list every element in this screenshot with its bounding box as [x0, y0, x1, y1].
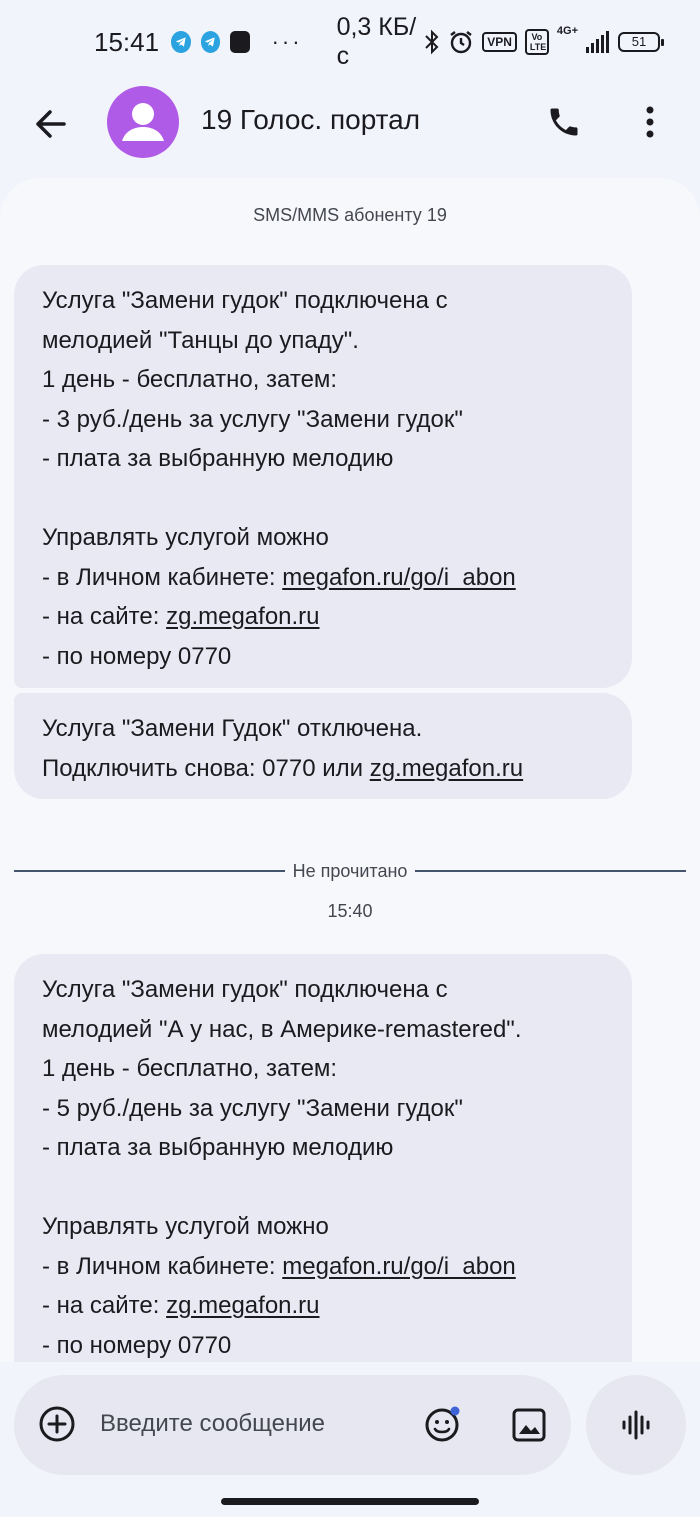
message-line: 1 день - бесплатно, затем:: [42, 1055, 338, 1082]
divider-line: [14, 870, 285, 872]
subscriber-label: SMS/MMS абоненту 19: [253, 205, 447, 225]
message-bubble[interactable]: Услуга "Замени гудок" подключена с мелод…: [14, 954, 632, 1362]
telegram-icon: [171, 31, 191, 53]
waveform-icon: [622, 1410, 650, 1440]
status-bar: 15:41 ··· 0,3 КБ/с VPN Vo LTE 4G+ 51: [0, 0, 700, 84]
unread-divider: Не прочитано: [14, 860, 687, 882]
message-bubble[interactable]: Услуга "Замени гудок" подключена с мелод…: [14, 265, 632, 688]
conversation-header: 19 Голос. портал: [0, 84, 700, 184]
message-line: - по номеру 0770: [42, 642, 232, 670]
message-line: - плата за выбранную мелодию: [42, 1134, 394, 1161]
emoji-icon[interactable]: [424, 1405, 462, 1443]
app-icon: [230, 31, 250, 53]
phone-icon[interactable]: [546, 104, 582, 140]
message-timestamp: 15:40: [327, 901, 373, 921]
cabinet-link[interactable]: megafon.ru/go/i_abon: [282, 564, 516, 591]
add-circle-icon[interactable]: [38, 1405, 76, 1443]
message-line: Управлять услугой можно: [42, 1213, 329, 1240]
message-line: Услуга "Замени Гудок" отключена.: [42, 715, 423, 742]
message-line: - в Личном кабинете:: [42, 1252, 283, 1280]
message-line: - на сайте:: [42, 603, 167, 630]
message-line: Управлять услугой можно: [42, 524, 329, 551]
signal-icon: [586, 31, 609, 53]
message-line: - плата за выбранную мелодию: [42, 445, 394, 472]
contact-name[interactable]: 19 Голос. портал: [201, 104, 420, 136]
message-line: - на сайте:: [42, 1292, 167, 1319]
alarm-icon: [450, 31, 472, 54]
site-link[interactable]: zg.megafon.ru: [166, 603, 319, 630]
volte-icon: Vo LTE: [524, 29, 549, 55]
back-arrow-icon[interactable]: [30, 104, 70, 144]
contact-avatar[interactable]: [107, 86, 179, 158]
message-line: мелодией "А у нас, в Америке-remastered"…: [42, 1015, 522, 1043]
message-line: Услуга "Замени гудок" подключена с: [42, 976, 448, 1003]
cabinet-link[interactable]: megafon.ru/go/i_abon: [282, 1253, 516, 1280]
vpn-icon: VPN: [482, 32, 517, 52]
message-line: - 3 руб./день за услугу "Замени гудок": [42, 405, 463, 433]
site-link[interactable]: zg.megafon.ru: [370, 755, 523, 782]
compose-bar: [14, 1375, 571, 1475]
message-line: Подключить снова: 0770 или: [42, 754, 370, 782]
voice-record-button[interactable]: [586, 1375, 686, 1475]
message-line: - по номеру 0770: [42, 1331, 232, 1359]
network-speed: 0,3 КБ/с: [336, 13, 417, 70]
bluetooth-icon: [425, 29, 439, 55]
site-link[interactable]: zg.megafon.ru: [166, 1292, 319, 1319]
message-line: 1 день - бесплатно, затем:: [42, 366, 338, 393]
message-bubble[interactable]: Услуга "Замени Гудок" отключена. Подключ…: [14, 693, 632, 799]
more-vert-icon[interactable]: [640, 104, 660, 140]
message-line: Услуга "Замени гудок" подключена с: [42, 287, 448, 314]
telegram-icon: [200, 31, 221, 53]
network-type: 4G+: [556, 25, 578, 37]
message-line: - 5 руб./день за услугу "Замени гудок": [42, 1094, 463, 1122]
battery-icon: 51: [618, 32, 664, 52]
image-icon[interactable]: [511, 1407, 547, 1443]
home-indicator[interactable]: [221, 1498, 479, 1505]
unread-label: Не прочитано: [292, 860, 408, 881]
divider-line: [415, 870, 687, 872]
person-icon: [122, 103, 164, 141]
status-time: 15:41: [94, 26, 160, 57]
message-input[interactable]: [100, 1406, 400, 1442]
message-line: - в Личном кабинете:: [42, 563, 283, 591]
more-notifications-icon: ···: [271, 29, 303, 54]
message-list[interactable]: SMS/MMS абоненту 19 Услуга "Замени гудок…: [0, 178, 700, 1362]
message-line: мелодией "Танцы до упаду".: [42, 326, 359, 354]
